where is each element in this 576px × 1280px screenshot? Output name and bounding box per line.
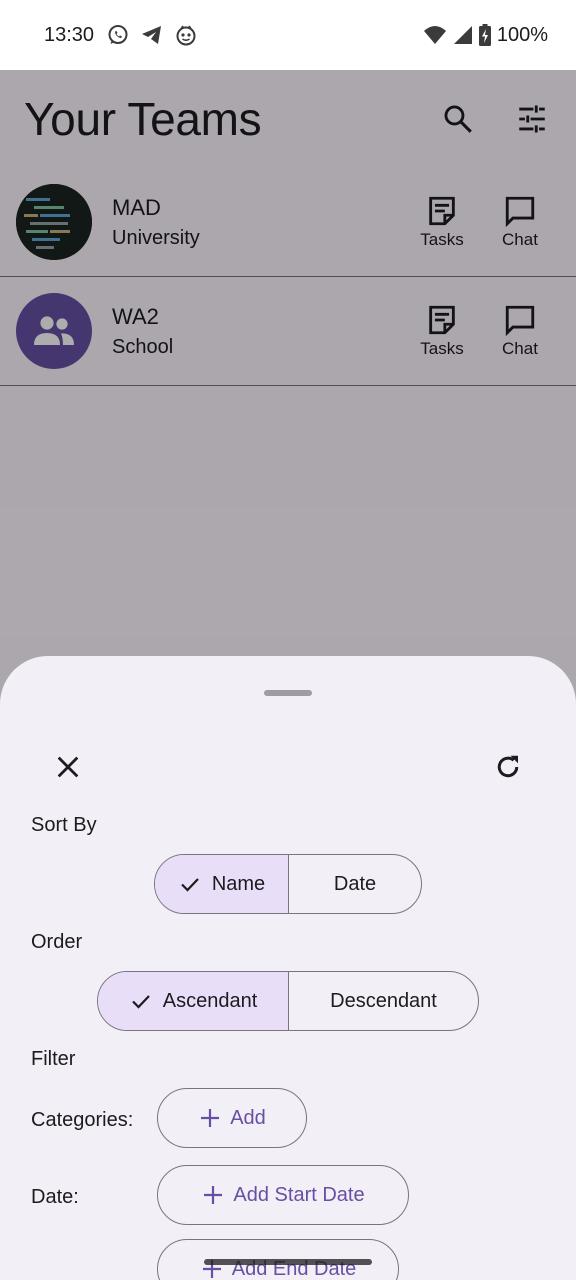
status-system-icons: 100%: [423, 24, 548, 47]
status-bar: 13:30 100%: [0, 0, 576, 70]
drag-handle[interactable]: [264, 690, 312, 696]
add-start-date-label: Add Start Date: [233, 1183, 365, 1206]
sort-option-name[interactable]: Name: [155, 855, 288, 913]
whatsapp-icon: [106, 23, 130, 47]
refresh-icon: [497, 755, 519, 778]
order-segmented-button: Ascendant Descendant: [97, 971, 479, 1031]
order-option-label: Descendant: [330, 989, 437, 1012]
gesture-navigation-bar[interactable]: [204, 1259, 372, 1265]
plus-icon: [204, 1186, 223, 1204]
add-start-date-button[interactable]: Add Start Date: [157, 1165, 409, 1225]
battery-percent: 100%: [496, 23, 548, 46]
battery-charging-icon: [478, 24, 491, 46]
cell-signal-icon: [453, 25, 473, 45]
robot-icon: [174, 23, 198, 47]
telegram-icon: [140, 23, 164, 47]
order-label: Order: [31, 931, 83, 953]
close-button[interactable]: [48, 747, 88, 787]
sort-segmented-button: Name Date: [154, 854, 422, 914]
order-option-label: Ascendant: [162, 989, 258, 1012]
sort-option-date[interactable]: Date: [288, 855, 421, 913]
reset-button[interactable]: [488, 747, 528, 787]
wifi-icon: [423, 24, 447, 46]
close-icon: [57, 756, 79, 778]
order-option-descendant[interactable]: Descendant: [288, 972, 478, 1030]
sort-by-label: Sort By: [31, 814, 97, 836]
sort-option-label: Name: [211, 872, 266, 895]
check-icon: [131, 995, 150, 1009]
add-category-button[interactable]: Add: [157, 1088, 307, 1148]
date-label: Date:: [31, 1186, 79, 1208]
status-time: 13:30: [44, 23, 95, 46]
status-notification-icons: [106, 23, 198, 47]
sort-option-label: Date: [333, 872, 377, 895]
plus-icon: [201, 1109, 220, 1127]
filter-label: Filter: [31, 1048, 76, 1070]
check-icon: [181, 878, 199, 892]
categories-label: Categories:: [31, 1109, 134, 1131]
filter-bottom-sheet: Sort By Name Date Order Ascendant Descen…: [0, 656, 576, 1280]
order-option-ascendant[interactable]: Ascendant: [98, 972, 288, 1030]
add-category-label: Add: [230, 1106, 266, 1129]
